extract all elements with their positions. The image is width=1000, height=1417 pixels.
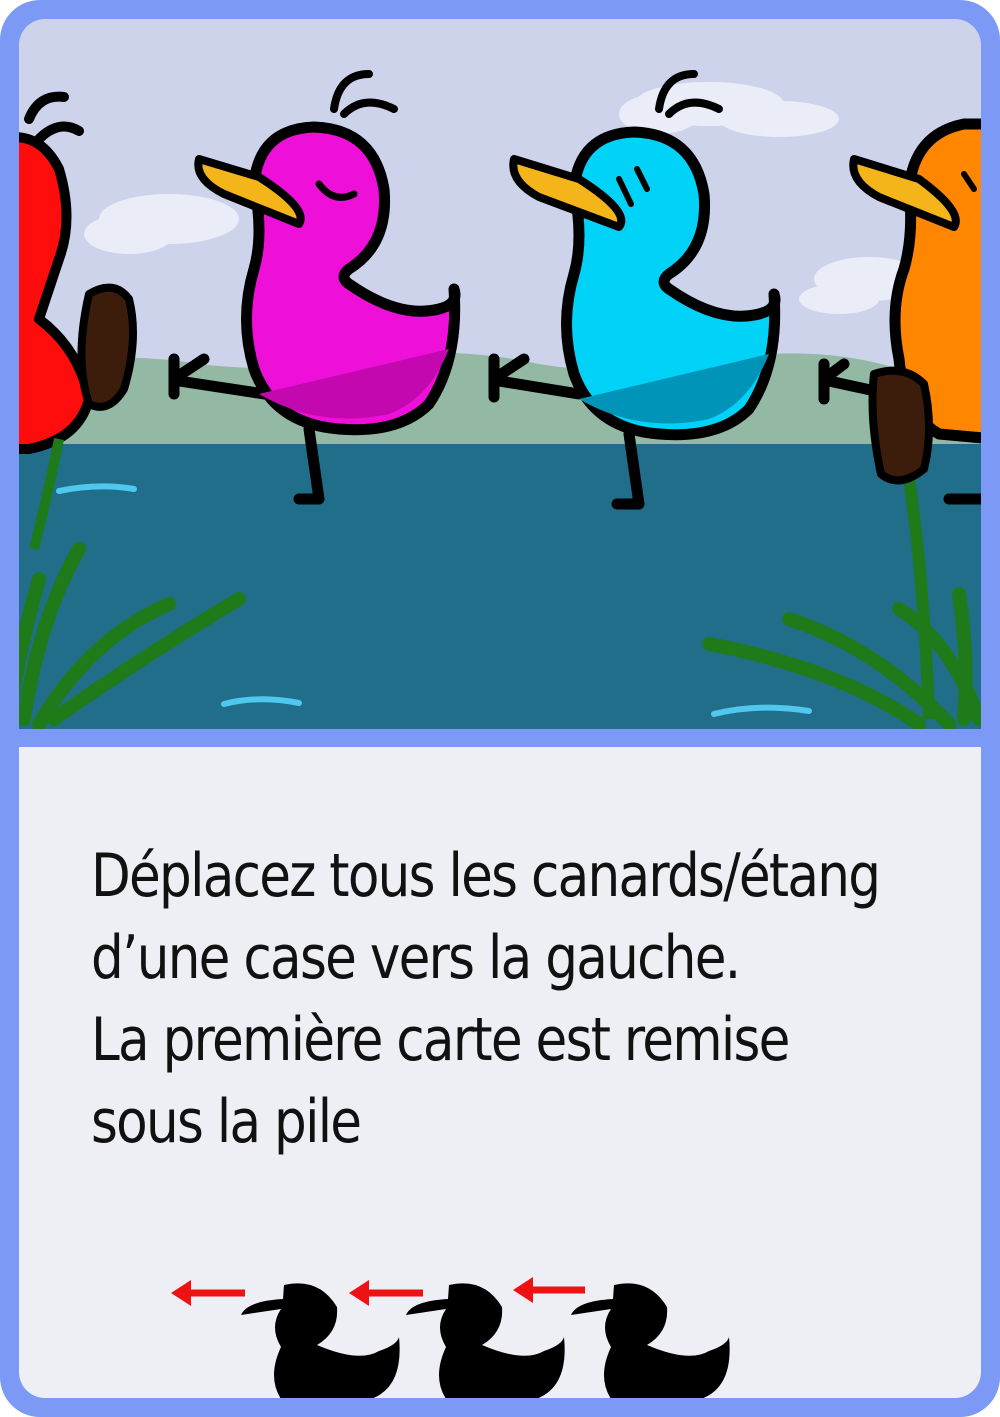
instruction-line-4: sous la pile [91, 1087, 362, 1157]
card-text-panel: Déplacez tous les canards/étang d’une ca… [19, 747, 981, 1398]
instruction-line-3: La première carte est remise [91, 1005, 790, 1075]
instruction-line-2: d’une case vers la gauche. [91, 923, 741, 993]
left-arrow-icon [513, 1277, 585, 1303]
card-instruction: Déplacez tous les canards/étang d’une ca… [91, 835, 881, 1163]
duck-silhouette-icon [571, 1283, 730, 1398]
duck-silhouette-icon [406, 1283, 565, 1398]
card-illustration [19, 19, 981, 729]
left-arrow-icon [171, 1280, 245, 1306]
action-card[interactable]: Déplacez tous les canards/étang d’une ca… [0, 0, 1000, 1417]
duck-silhouette-icon [241, 1283, 400, 1398]
left-arrow-icon [349, 1280, 423, 1306]
instruction-line-1: Déplacez tous les canards/étang [91, 841, 881, 911]
